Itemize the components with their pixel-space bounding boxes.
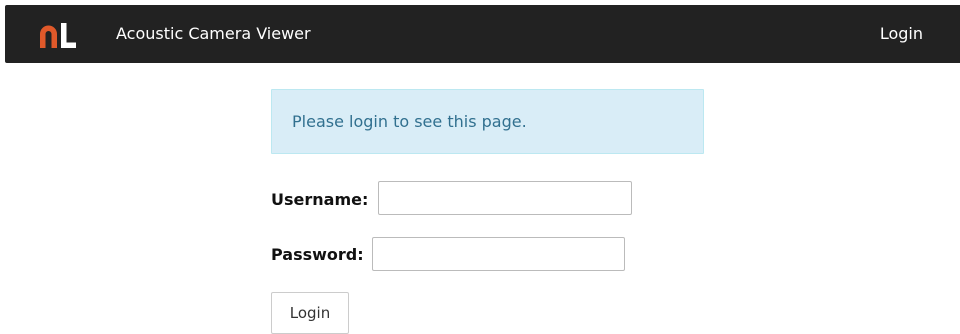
username-input[interactable] <box>378 181 632 215</box>
brand-logo-icon[interactable] <box>38 23 76 48</box>
username-label: Username: <box>271 190 369 209</box>
brand-title[interactable]: Acoustic Camera Viewer <box>116 5 311 63</box>
password-label: Password: <box>271 245 364 264</box>
top-navbar: Acoustic Camera Viewer Login <box>5 5 960 63</box>
nav-login-link[interactable]: Login <box>880 5 923 63</box>
password-input[interactable] <box>372 237 625 271</box>
login-submit-button[interactable]: Login <box>271 292 349 334</box>
info-alert: Please login to see this page. <box>271 89 704 154</box>
